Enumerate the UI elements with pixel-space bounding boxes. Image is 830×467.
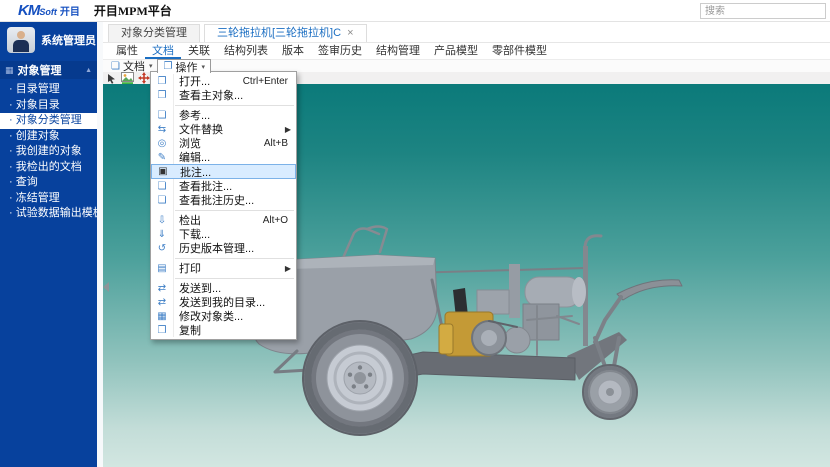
tab-structure-management[interactable]: 结构管理: [369, 44, 427, 59]
sidebar-item-query[interactable]: 查询: [0, 175, 97, 191]
sidebar-item-object-classification[interactable]: 对象分类管理: [0, 113, 97, 129]
menu-item-view-annotation-history[interactable]: ❏ 查看批注历史...: [151, 193, 296, 207]
menu-item-reference[interactable]: ❏ 参考...: [151, 108, 296, 122]
tab-relations[interactable]: 关联: [181, 44, 217, 59]
menu-item-send-to-my-catalog[interactable]: ⇄ 发送到我的目录...: [151, 295, 296, 309]
grid-icon: ▦: [5, 65, 14, 76]
sidebar-item-object-catalog[interactable]: 对象目录: [0, 98, 97, 114]
detail-tab-bar: 属性 文档 关联 结构列表 版本 签审历史 结构管理 产品模型 零部件模型: [103, 44, 830, 59]
chevron-down-icon: ▾: [201, 63, 205, 71]
user-avatar: [7, 27, 35, 53]
copy-icon: ❒: [154, 325, 170, 336]
menu-item-print[interactable]: ▤ 打印 ▶: [151, 261, 296, 275]
open-icon: ❐: [154, 76, 170, 87]
menu-item-edit[interactable]: ✎ 编辑...: [151, 150, 296, 164]
operations-menu-button[interactable]: ❐ 操作 ▾: [157, 59, 210, 73]
view-object-icon: ❐: [154, 90, 170, 101]
printer-icon: ▤: [154, 263, 170, 274]
document-tab-bar: 对象分类管理 三轮拖拉机[三轮拖拉机]C×: [103, 24, 830, 43]
menu-item-view-main-object[interactable]: ❐ 查看主对象...: [151, 88, 296, 102]
menu-item-annotate[interactable]: ▣ 批注...: [151, 164, 296, 179]
edit-pencil-icon: ✎: [154, 152, 170, 163]
tab-structure-list[interactable]: 结构列表: [217, 44, 275, 59]
operations-icon: ❐: [163, 61, 172, 72]
chevron-down-icon: ▾: [149, 62, 153, 70]
submenu-arrow-icon: ▶: [285, 264, 291, 273]
menu-item-open[interactable]: ❐ 打开... Ctrl+Enter: [151, 74, 296, 88]
logo-soft-text: Soft: [39, 7, 57, 17]
close-tab-icon[interactable]: ×: [347, 27, 353, 39]
select-cursor-icon[interactable]: [105, 72, 118, 84]
modify-class-icon: ▦: [154, 311, 170, 322]
logo-km-text: KM: [18, 2, 39, 19]
download-icon: ⇓: [154, 229, 170, 240]
logo-cn-text: 开目: [60, 3, 80, 18]
search-input[interactable]: [700, 3, 826, 19]
user-name: 系统管理员: [41, 32, 96, 48]
sidebar: 系统管理员 ▦ 对象管理 ▲ 目录管理 对象目录 对象分类管理 创建对象 我创建…: [0, 22, 97, 467]
annotate-icon: ▣: [155, 166, 171, 177]
sidebar-item-my-checked-out-docs[interactable]: 我检出的文档: [0, 160, 97, 176]
tab-approval-history[interactable]: 签审历史: [311, 44, 369, 59]
tab-attributes[interactable]: 属性: [109, 44, 145, 59]
check-out-icon: ⇩: [154, 215, 170, 226]
pan-move-icon[interactable]: [137, 72, 150, 84]
send-to-icon: ⇄: [154, 283, 170, 294]
tab-versions[interactable]: 版本: [275, 44, 311, 59]
user-row: 系统管理员: [0, 22, 97, 59]
menu-item-download[interactable]: ⇓ 下载...: [151, 227, 296, 241]
application-window: KM Soft 开目 开目MPM平台 系统管理员 ▦ 对象管理 ▲ 目录管理 对…: [0, 0, 830, 467]
sidebar-section-object-management[interactable]: ▦ 对象管理 ▲: [0, 61, 97, 79]
collapse-panel-arrow-icon[interactable]: [103, 282, 109, 292]
menu-item-send-to[interactable]: ⇄ 发送到...: [151, 281, 296, 295]
history-version-icon: ↺: [154, 243, 170, 254]
sidebar-item-test-data-template[interactable]: 试验数据输出模板: [0, 206, 97, 222]
menu-item-check-out[interactable]: ⇩ 检出 Alt+O: [151, 213, 296, 227]
image-view-icon[interactable]: [121, 72, 134, 84]
menu-item-file-replace[interactable]: ⇆ 文件替换 ▶: [151, 122, 296, 136]
sidebar-item-my-created-objects[interactable]: 我创建的对象: [0, 144, 97, 160]
sidebar-item-catalog-management[interactable]: 目录管理: [0, 82, 97, 98]
sidebar-item-create-object[interactable]: 创建对象: [0, 129, 97, 145]
browse-icon: ◎: [154, 138, 170, 149]
send-to-catalog-icon: ⇄: [154, 297, 170, 308]
tab-documents[interactable]: 文档: [145, 44, 181, 59]
menu-item-browse[interactable]: ◎ 浏览 Alt+B: [151, 136, 296, 150]
view-annotations-icon: ❏: [154, 181, 170, 192]
collapse-arrow-icon[interactable]: ▲: [85, 67, 92, 74]
menu-item-history-version-management[interactable]: ↺ 历史版本管理...: [151, 241, 296, 255]
tab-product-model[interactable]: 产品模型: [427, 44, 485, 59]
menu-item-copy[interactable]: ❒ 复制: [151, 323, 296, 337]
document-icon: ❏: [111, 61, 120, 72]
file-replace-icon: ⇆: [154, 124, 170, 135]
3d-model-tricycle-tractor: [227, 220, 727, 467]
sidebar-item-freeze-management[interactable]: 冻结管理: [0, 191, 97, 207]
menu-item-view-annotations[interactable]: ❏ 查看批注...: [151, 179, 296, 193]
top-bar: KM Soft 开目 开目MPM平台: [0, 0, 830, 22]
tab-tricycle-tractor[interactable]: 三轮拖拉机[三轮拖拉机]C×: [204, 24, 367, 42]
annotation-history-icon: ❏: [154, 195, 170, 206]
operations-dropdown-menu: ❐ 打开... Ctrl+Enter ❐ 查看主对象... ❏ 参考... ⇆ …: [150, 71, 297, 340]
kmsoft-logo: KM Soft 开目: [18, 2, 80, 19]
menu-item-modify-object-class[interactable]: ▦ 修改对象类...: [151, 309, 296, 323]
reference-icon: ❏: [154, 110, 170, 121]
sidebar-items: 目录管理 对象目录 对象分类管理 创建对象 我创建的对象 我检出的文档 查询 冻…: [0, 82, 97, 222]
submenu-arrow-icon: ▶: [285, 125, 291, 134]
tab-part-model[interactable]: 零部件模型: [485, 44, 554, 59]
tab-object-classification[interactable]: 对象分类管理: [108, 24, 200, 42]
platform-title: 开目MPM平台: [94, 2, 172, 19]
